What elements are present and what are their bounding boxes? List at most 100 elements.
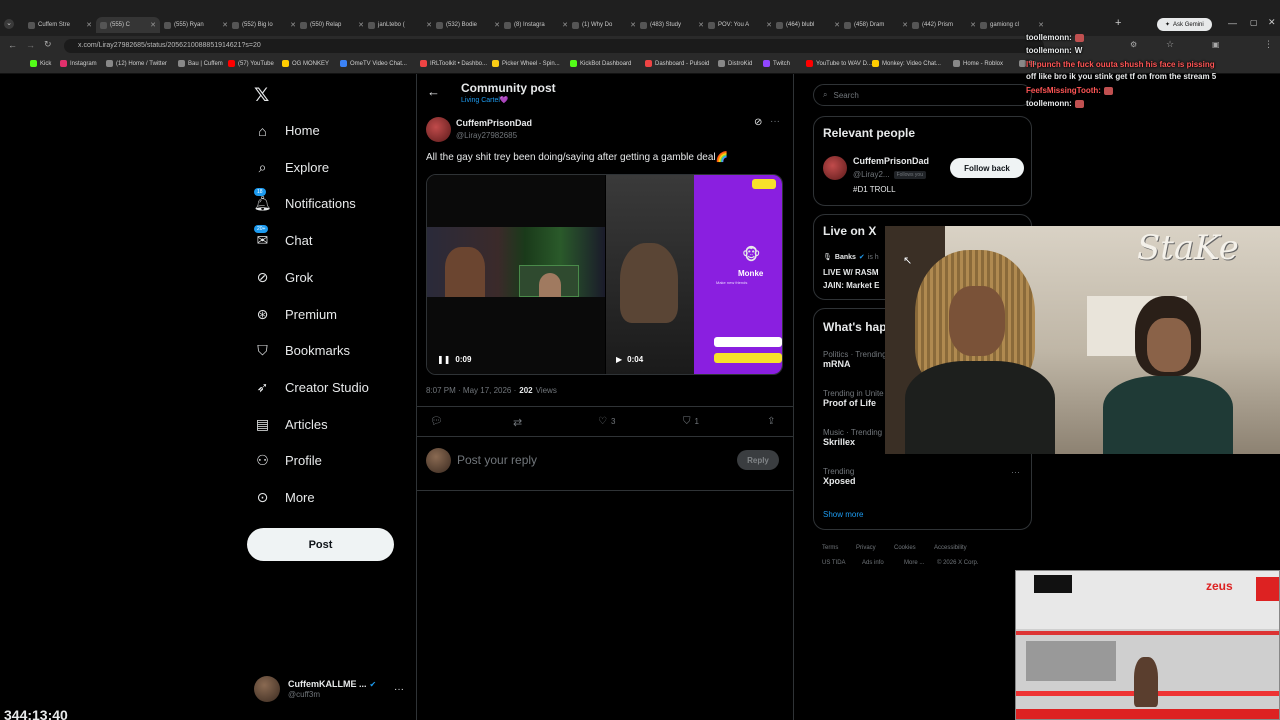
nav-item-premium[interactable]: ⊛ Premium bbox=[254, 306, 337, 323]
ask-gemini-button[interactable]: ✦ Ask Gemini bbox=[1157, 18, 1212, 31]
new-tab-button[interactable]: + bbox=[1115, 17, 1121, 29]
bookmark-item[interactable]: Instagram bbox=[60, 60, 97, 67]
bookmark-item[interactable]: Twitch bbox=[763, 60, 790, 67]
extensions-icon[interactable]: ▣ bbox=[1212, 40, 1220, 49]
browser-tab[interactable]: (1) Why Do ✕ bbox=[572, 17, 636, 33]
bookmark-item[interactable]: (57) YouTube bbox=[228, 60, 274, 67]
trend-item[interactable]: Trending Xposed bbox=[823, 467, 856, 486]
nav-item-chat[interactable]: ✉ 20+ Chat bbox=[254, 225, 312, 249]
bookmark-item[interactable]: Bau | Cuffem bbox=[178, 60, 223, 67]
video-thumbnail-1[interactable]: ❚❚ 0:09 bbox=[427, 175, 605, 374]
tab-close-icon[interactable]: ✕ bbox=[630, 21, 636, 29]
nav-item-more[interactable]: ⊙ More bbox=[254, 489, 315, 506]
tab-close-icon[interactable]: ✕ bbox=[970, 21, 976, 29]
live-title-2[interactable]: JAIN: Market E bbox=[823, 281, 879, 290]
play-icon[interactable]: ❚❚ 0:09 bbox=[437, 355, 471, 364]
browser-tab[interactable]: janLtebo (✕ bbox=[368, 17, 432, 33]
nav-item-profile[interactable]: ⚇ Profile bbox=[254, 452, 322, 469]
author-handle[interactable]: @Liray27982685 bbox=[456, 131, 517, 140]
footer-link[interactable]: Privacy bbox=[856, 545, 876, 551]
bookmark-item[interactable]: Monkey: Video Chat... bbox=[872, 60, 941, 67]
back-icon[interactable]: ← bbox=[8, 40, 17, 50]
community-link[interactable]: Living Cartel💜 bbox=[461, 96, 509, 104]
nav-item-creator-studio[interactable]: ➶ Creator Studio bbox=[254, 379, 369, 396]
bookmark-item[interactable]: OmeTV Video Chat... bbox=[340, 60, 407, 67]
post-button[interactable]: Post bbox=[247, 528, 394, 561]
live-user[interactable]: Banks bbox=[835, 254, 856, 261]
browser-tab[interactable]: (442) Prism ✕ bbox=[912, 17, 976, 33]
nav-item-bookmarks[interactable]: ⛉ Bookmarks bbox=[254, 342, 350, 359]
footer-link[interactable]: Ads info bbox=[862, 560, 884, 566]
back-arrow-icon[interactable]: ← bbox=[427, 84, 440, 99]
browser-tab[interactable]: (552) Big lo ✕ bbox=[232, 17, 296, 33]
bookmark-item[interactable]: IRLToolkit • Dashbo... bbox=[420, 60, 487, 67]
bookmark-star-icon[interactable]: ☆ bbox=[1166, 39, 1174, 50]
tab-close-icon[interactable]: ✕ bbox=[426, 21, 432, 29]
site-settings-icon[interactable]: ⚙ bbox=[1130, 40, 1137, 49]
trend-item[interactable]: Music · Trending Skrillex bbox=[823, 428, 882, 447]
browser-tab[interactable]: (464) blubl ✕ bbox=[776, 17, 840, 33]
footer-link[interactable]: Cookies bbox=[894, 545, 916, 551]
trend-more-icon[interactable]: ··· bbox=[1011, 467, 1020, 477]
play-icon[interactable]: ▶ 0:04 bbox=[616, 355, 643, 364]
tab-close-icon[interactable]: ✕ bbox=[494, 21, 500, 29]
trend-item[interactable]: Politics · Trending mRNA bbox=[823, 350, 887, 369]
tab-close-icon[interactable]: ✕ bbox=[290, 21, 296, 29]
bookmark-item[interactable]: Picker Wheel - Spin... bbox=[492, 60, 560, 67]
reload-icon[interactable]: ↻ bbox=[44, 39, 52, 50]
author-avatar[interactable] bbox=[426, 117, 451, 142]
browser-tab[interactable]: (458) Dram ✕ bbox=[844, 17, 908, 33]
forward-icon[interactable]: → bbox=[26, 40, 35, 50]
footer-link[interactable]: More ... bbox=[904, 560, 924, 566]
browser-tab[interactable]: Cuffem Stre ✕ bbox=[28, 17, 92, 33]
nav-item-explore[interactable]: ⌕ Explore bbox=[254, 159, 330, 176]
trend-item[interactable]: Trending in Unite Proof of Life bbox=[823, 389, 884, 408]
bookmark-item[interactable]: DistroKid bbox=[718, 60, 752, 67]
author-name[interactable]: CuffemPrisonDad bbox=[456, 118, 532, 128]
url-field[interactable]: x.com/Liray27982685/status/2056210088851… bbox=[64, 39, 1044, 53]
tab-search-icon[interactable]: ⌄ bbox=[4, 19, 14, 29]
share-action[interactable]: ⇪ bbox=[767, 416, 775, 427]
tab-close-icon[interactable]: ✕ bbox=[902, 21, 908, 29]
close-window-icon[interactable]: ✕ bbox=[1268, 17, 1276, 28]
maximize-window-icon[interactable]: ▢ bbox=[1250, 18, 1258, 27]
like-action[interactable]: ♡ 3 bbox=[598, 416, 615, 427]
video-thumbnail-2[interactable]: 🐵 Monke Make new friends ▶ 0:04 bbox=[606, 175, 782, 374]
footer-link[interactable]: Terms bbox=[822, 545, 838, 551]
browser-tab[interactable]: (555) Ryan ✕ bbox=[164, 17, 228, 33]
search-input[interactable]: ⌕ Search bbox=[813, 84, 1032, 106]
account-switcher[interactable]: CuffemKALLME ... ✔ @cuff3m ··· bbox=[254, 674, 404, 704]
nav-item-grok[interactable]: ⊘ Grok bbox=[254, 269, 314, 286]
reply-action[interactable]: 💬︎ bbox=[430, 416, 443, 427]
nav-item-notifications[interactable]: 🔔︎ 18 Notifications bbox=[254, 188, 356, 212]
bookmark-item[interactable]: (12) Home / Twitter bbox=[106, 60, 167, 67]
browser-tab[interactable]: (8) Instagra ✕ bbox=[504, 17, 568, 33]
grok-icon[interactable]: ⊘ bbox=[754, 117, 762, 128]
nav-item-home[interactable]: ⌂ Home bbox=[254, 122, 319, 139]
tab-close-icon[interactable]: ✕ bbox=[698, 21, 704, 29]
bookmark-action[interactable]: ⛉ 1 bbox=[683, 416, 699, 427]
bookmark-item[interactable]: Dashboard - Pulsoid bbox=[645, 60, 709, 67]
tab-close-icon[interactable]: ✕ bbox=[222, 21, 228, 29]
show-more-link[interactable]: Show more bbox=[823, 510, 863, 519]
browser-menu-icon[interactable]: ⋮ bbox=[1264, 39, 1273, 50]
person-avatar[interactable] bbox=[823, 156, 847, 180]
minimize-window-icon[interactable]: — bbox=[1228, 18, 1237, 28]
follow-back-button[interactable]: Follow back bbox=[950, 158, 1024, 178]
footer-link[interactable]: US TIDA bbox=[822, 560, 846, 566]
bookmark-item[interactable]: OG MONKEY bbox=[282, 60, 329, 67]
footer-link[interactable]: Accessibility bbox=[934, 545, 967, 551]
tab-close-icon[interactable]: ✕ bbox=[1038, 21, 1044, 29]
bookmark-item[interactable]: Kick bbox=[30, 60, 51, 67]
tab-close-icon[interactable]: ✕ bbox=[562, 21, 568, 29]
tab-close-icon[interactable]: ✕ bbox=[766, 21, 772, 29]
tab-close-icon[interactable]: ✕ bbox=[86, 21, 92, 29]
tab-close-icon[interactable]: ✕ bbox=[150, 21, 156, 29]
browser-tab[interactable]: (532) Bodie ✕ bbox=[436, 17, 500, 33]
nav-item-articles[interactable]: ▤ Articles bbox=[254, 416, 328, 433]
bookmark-item[interactable]: Home - Roblox bbox=[953, 60, 1003, 67]
reply-input[interactable]: Post your reply bbox=[457, 453, 717, 467]
browser-tab[interactable]: gamiong cl ✕ bbox=[980, 17, 1044, 33]
post-more-icon[interactable]: ··· bbox=[770, 116, 780, 127]
footer-link[interactable]: © 2026 X Corp. bbox=[937, 560, 978, 566]
